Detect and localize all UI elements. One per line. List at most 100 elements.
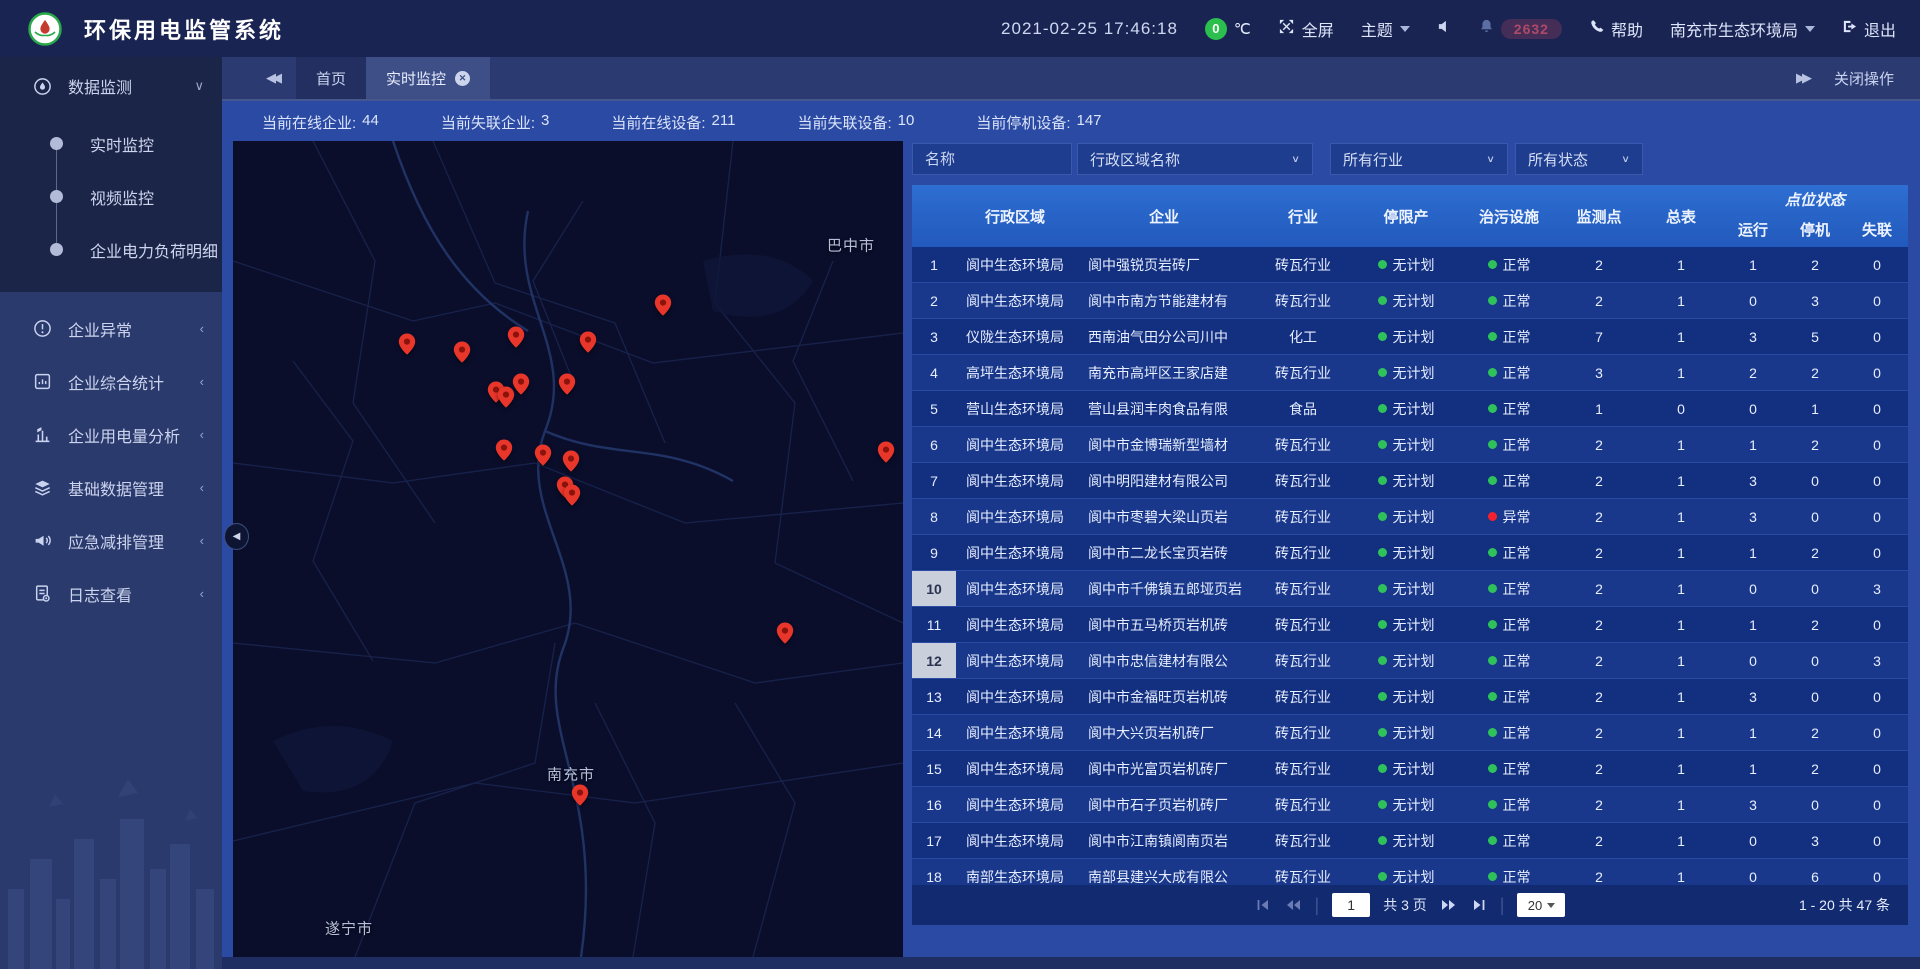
table-row[interactable]: 12 阆中生态环境局 阆中市忠信建材有限公 砖瓦行业 无计划 正常 2 1 0 …: [912, 643, 1908, 679]
column-header-industry: 行业: [1254, 185, 1352, 247]
cell-lost-count: 0: [1846, 787, 1908, 822]
bottom-strip: [222, 957, 1920, 969]
region-select[interactable]: 行政区域名称 ∨: [1077, 143, 1313, 175]
cell-company: 阆中市江南镇阆南页岩: [1074, 823, 1254, 858]
sidebar-item-enterprise-abnormal[interactable]: 企业异常 ‹: [0, 302, 222, 355]
sidebar-subitem[interactable]: 实时监控: [0, 117, 222, 170]
stat-item: 当前失联设备: 10: [797, 112, 914, 133]
sidebar-subitem[interactable]: 视频监控: [0, 170, 222, 223]
next-page-icon[interactable]: [1440, 897, 1458, 913]
table-row[interactable]: 4 高坪生态环境局 南充市高坪区王家店建 砖瓦行业 无计划 正常 3 1 2 2…: [912, 355, 1908, 391]
map-pin-icon[interactable]: [773, 621, 797, 645]
map-pin-icon[interactable]: [450, 340, 474, 364]
cell-total-meter: 1: [1640, 571, 1722, 606]
cell-lost-count: 0: [1846, 679, 1908, 714]
row-index: 1: [912, 247, 956, 282]
cell-facility-status: 正常: [1503, 399, 1531, 419]
status-select[interactable]: 所有状态 ∨: [1515, 143, 1643, 175]
sidebar-item-enterprise-statistics[interactable]: 企业综合统计 ‹: [0, 355, 222, 408]
table-row[interactable]: 17 阆中生态环境局 阆中市江南镇阆南页岩 砖瓦行业 无计划 正常 2 1 0 …: [912, 823, 1908, 859]
map-pin-icon[interactable]: [651, 293, 675, 317]
map-pin-icon[interactable]: [531, 443, 555, 467]
cell-monitor-count: 2: [1558, 787, 1640, 822]
logout-button[interactable]: 退出: [1842, 17, 1896, 41]
name-search-input[interactable]: [912, 143, 1072, 175]
tab-home[interactable]: 首页: [296, 57, 366, 99]
table-row[interactable]: 18 南部生态环境局 南部县建兴大成有限公 砖瓦行业 无计划 正常 2 1 0 …: [912, 859, 1908, 885]
cell-run-count: 0: [1722, 571, 1784, 606]
cell-facility-status: 正常: [1503, 255, 1531, 275]
sidebar-item-base-data[interactable]: 基础数据管理 ‹: [0, 461, 222, 514]
fullscreen-button[interactable]: 全屏: [1278, 17, 1334, 41]
cell-lost-count: 0: [1846, 751, 1908, 786]
map-pin-icon[interactable]: [492, 438, 516, 462]
chevron-left-icon: ‹: [200, 374, 204, 389]
theme-dropdown[interactable]: 主题: [1361, 17, 1410, 41]
cell-facility-status: 正常: [1503, 795, 1531, 815]
first-page-icon[interactable]: [1255, 897, 1271, 913]
table-row[interactable]: 16 阆中生态环境局 阆中市石子页岩机砖厂 砖瓦行业 无计划 正常 2 1 3 …: [912, 787, 1908, 823]
map-pin-icon[interactable]: [559, 449, 583, 473]
panel-collapse-button[interactable]: ◀: [224, 523, 249, 550]
sidebar-item-power-analysis[interactable]: 企业用电量分析 ‹: [0, 408, 222, 461]
map-panel[interactable]: 巴中市南充市遂宁市: [233, 141, 903, 957]
map-pin-icon[interactable]: [509, 372, 533, 396]
table-row[interactable]: 8 阆中生态环境局 阆中市枣碧大梁山页岩 砖瓦行业 无计划 异常 2 1 3 0…: [912, 499, 1908, 535]
facility-status-dot: [1488, 692, 1497, 701]
cell-total-meter: 1: [1640, 787, 1722, 822]
column-header-limit: 停限产: [1352, 185, 1460, 247]
cell-run-count: 0: [1722, 643, 1784, 678]
cell-total-meter: 1: [1640, 499, 1722, 534]
map-pin-icon[interactable]: [576, 330, 600, 354]
map-pin-icon[interactable]: [874, 440, 898, 464]
tabs-scroll-left-icon[interactable]: ◀◀: [266, 70, 278, 86]
cell-company: 南充市高坪区王家店建: [1074, 355, 1254, 390]
limit-status-dot: [1378, 764, 1387, 773]
map-pin-icon[interactable]: [395, 332, 419, 356]
cell-region: 阆中生态环境局: [956, 283, 1074, 318]
map-pin-icon[interactable]: [504, 325, 528, 349]
prev-page-icon[interactable]: [1284, 897, 1302, 913]
table-row[interactable]: 9 阆中生态环境局 阆中市二龙长宝页岩砖 砖瓦行业 无计划 正常 2 1 1 2…: [912, 535, 1908, 571]
map-pin-icon[interactable]: [568, 783, 592, 807]
cell-lost-count: 0: [1846, 499, 1908, 534]
sidebar-item-emergency-reduction[interactable]: 应急减排管理 ‹: [0, 514, 222, 567]
row-index: 18: [912, 859, 956, 885]
cell-lost-count: 0: [1846, 283, 1908, 318]
mute-button[interactable]: [1437, 19, 1452, 39]
table-row[interactable]: 10 阆中生态环境局 阆中市千佛镇五郎垭页岩 砖瓦行业 无计划 正常 2 1 0…: [912, 571, 1908, 607]
table-row[interactable]: 1 阆中生态环境局 阆中强锐页岩砖厂 砖瓦行业 无计划 正常 2 1 1 2 0: [912, 247, 1908, 283]
table-row[interactable]: 5 营山生态环境局 营山县润丰肉食品有限 食品 无计划 正常 1 0 0 1 0: [912, 391, 1908, 427]
table-row[interactable]: 13 阆中生态环境局 阆中市金福旺页岩机砖 砖瓦行业 无计划 正常 2 1 3 …: [912, 679, 1908, 715]
cell-run-count: 3: [1722, 319, 1784, 354]
cell-lost-count: 0: [1846, 427, 1908, 462]
table-row[interactable]: 2 阆中生态环境局 阆中市南方节能建材有 砖瓦行业 无计划 正常 2 1 0 3…: [912, 283, 1908, 319]
table-row[interactable]: 7 阆中生态环境局 阆中明阳建材有限公司 砖瓦行业 无计划 正常 2 1 3 0…: [912, 463, 1908, 499]
notification-area[interactable]: 2632: [1479, 18, 1562, 39]
map-pin-icon[interactable]: [560, 483, 584, 507]
last-page-icon[interactable]: [1471, 897, 1487, 913]
sidebar-item-data-monitoring[interactable]: 数据监测 ∨: [0, 57, 222, 115]
page-size-select[interactable]: 20: [1517, 893, 1565, 917]
facility-status-dot: [1488, 476, 1497, 485]
industry-select[interactable]: 所有行业 ∨: [1330, 143, 1508, 175]
table-row[interactable]: 6 阆中生态环境局 阆中市金博瑞新型墙材 砖瓦行业 无计划 正常 2 1 1 2…: [912, 427, 1908, 463]
table-row[interactable]: 3 仪陇生态环境局 西南油气田分公司川中 化工 无计划 正常 7 1 3 5 0: [912, 319, 1908, 355]
sidebar-subitem[interactable]: 企业电力负荷明细: [0, 223, 222, 276]
org-dropdown[interactable]: 南充市生态环境局: [1670, 17, 1815, 41]
tab-close-icon[interactable]: ✕: [455, 71, 470, 86]
map-pin-icon[interactable]: [555, 372, 579, 396]
sidebar-item-log-view[interactable]: 日志查看 ‹: [0, 567, 222, 620]
table-row[interactable]: 11 阆中生态环境局 阆中市五马桥页岩机砖 砖瓦行业 无计划 正常 2 1 1 …: [912, 607, 1908, 643]
help-button[interactable]: 帮助: [1589, 17, 1643, 41]
limit-status-dot: [1378, 728, 1387, 737]
cell-facility-status: 正常: [1503, 615, 1531, 635]
cell-industry: 砖瓦行业: [1254, 427, 1352, 462]
close-operations-button[interactable]: 关闭操作: [1834, 68, 1894, 89]
tab-realtime-monitor[interactable]: 实时监控 ✕: [366, 57, 490, 99]
tabs-scroll-right-icon[interactable]: ▶▶: [1796, 70, 1808, 86]
page-number-input[interactable]: 1: [1332, 893, 1370, 917]
table-row[interactable]: 14 阆中生态环境局 阆中大兴页岩机砖厂 砖瓦行业 无计划 正常 2 1 1 2…: [912, 715, 1908, 751]
table-row[interactable]: 15 阆中生态环境局 阆中市光富页岩机砖厂 砖瓦行业 无计划 正常 2 1 1 …: [912, 751, 1908, 787]
cell-limit-status: 无计划: [1393, 615, 1435, 635]
